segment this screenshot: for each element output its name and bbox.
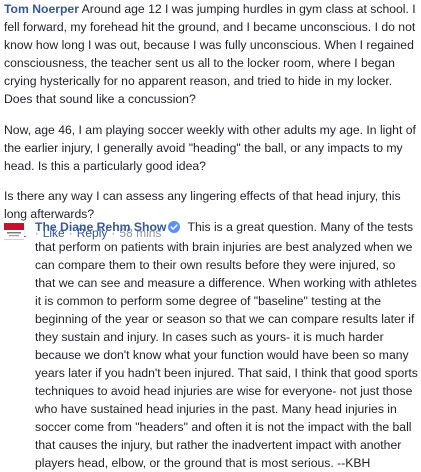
page-avatar-icon[interactable] (4, 221, 24, 241)
reply-author-link[interactable]: The Diane Rehm Show (35, 220, 166, 234)
comment-text: Around age 12 I was jumping hurdles in g… (4, 2, 416, 106)
comment-paragraph: Tom Noerper Around age 12 I was jumping … (4, 0, 418, 108)
verified-badge-icon (168, 220, 181, 238)
reply-paragraph: The Diane Rehm Show This is a great ques… (35, 218, 418, 472)
comment-paragraph: Now, age 46, I am playing soccer weekly … (4, 123, 416, 173)
comment-author-link[interactable]: Tom Noerper (4, 2, 79, 16)
reply-body: The Diane Rehm Show This is a great ques… (35, 218, 418, 472)
reply-text: This is a great question. Many of the te… (35, 220, 418, 470)
comment: Tom Noerper Around age 12 I was jumping … (4, 0, 418, 242)
